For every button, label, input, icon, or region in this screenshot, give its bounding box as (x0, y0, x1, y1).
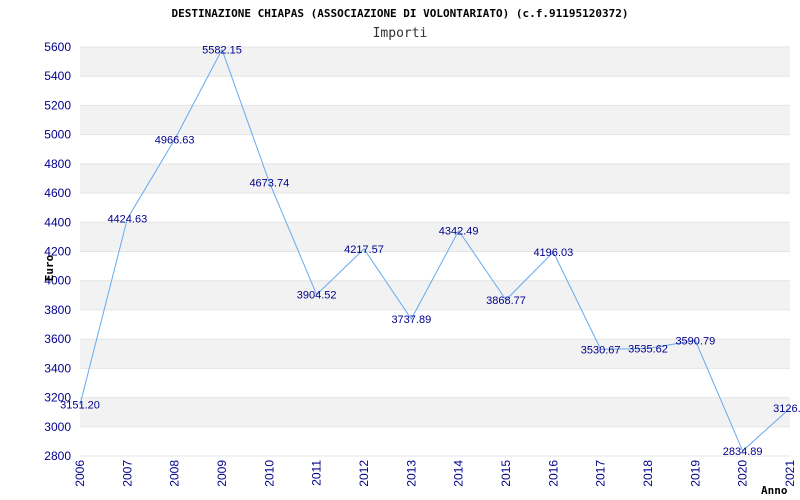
y-tick-label: 3400 (44, 361, 71, 375)
y-tick-label: 3600 (44, 332, 71, 346)
grid-band (80, 280, 790, 310)
grid-band (80, 47, 790, 77)
data-label: 2834.89 (723, 446, 763, 458)
y-tick-label: 5400 (44, 69, 71, 83)
chart-title: DESTINAZIONE CHIAPAS (ASSOCIAZIONE DI VO… (172, 7, 629, 20)
y-tick-label: 5600 (44, 40, 71, 54)
x-tick-label: 2013 (404, 460, 418, 487)
x-tick-label: 2019 (688, 460, 702, 487)
line-chart: DESTINAZIONE CHIAPAS (ASSOCIAZIONE DI VO… (43, 7, 800, 497)
y-tick-label: 5200 (44, 98, 71, 112)
x-axis-label: Anno (761, 484, 788, 497)
data-label: 4217.57 (344, 244, 384, 256)
y-tick-label: 4400 (44, 215, 71, 229)
y-tick-label: 5000 (44, 128, 71, 142)
data-label: 3868.77 (486, 295, 526, 307)
data-label: 4673.74 (249, 177, 289, 189)
x-tick-label: 2008 (168, 460, 182, 487)
grid-bands (80, 47, 790, 427)
data-label: 3535.62 (628, 344, 668, 356)
data-label: 3737.89 (391, 314, 431, 326)
y-axis-label: Euro (43, 254, 56, 281)
x-tick-label: 2015 (499, 460, 513, 487)
y-tick-label: 3000 (44, 420, 71, 434)
data-label: 3904.52 (297, 290, 337, 302)
x-tick-label: 2021 (783, 460, 797, 487)
data-label: 4342.49 (439, 226, 479, 238)
data-label: 4424.63 (107, 214, 147, 226)
x-tick-label: 2018 (641, 460, 655, 487)
x-tick-label: 2012 (357, 460, 371, 487)
x-tick-label: 2006 (73, 460, 87, 487)
grid-band (80, 397, 790, 427)
data-label: 3126.9 (773, 403, 800, 415)
x-tick-label: 2016 (546, 460, 560, 487)
grid-band (80, 105, 790, 135)
y-tick-label: 2800 (44, 449, 71, 463)
data-label: 3151.20 (60, 400, 100, 412)
data-label: 3590.79 (675, 335, 715, 347)
y-tick-label: 4600 (44, 186, 71, 200)
x-tick-label: 2009 (215, 460, 229, 487)
data-label: 5582.15 (202, 45, 242, 57)
y-tick-label: 4800 (44, 157, 71, 171)
grid-band (80, 222, 790, 252)
x-tick-label: 2017 (594, 460, 608, 487)
x-tick-label: 2011 (310, 460, 324, 486)
y-tick-label: 3800 (44, 303, 71, 317)
x-tick-label: 2020 (736, 460, 750, 487)
data-label: 4966.63 (155, 135, 195, 147)
x-axis-ticks: 2006 2007 2008 2009 2010 2011 2012 2013 2014 2015… (73, 460, 797, 487)
chart-subtitle: Importi (373, 26, 428, 41)
grid-band (80, 163, 790, 194)
data-label: 4196.03 (533, 247, 573, 259)
x-tick-label: 2007 (120, 460, 134, 487)
x-tick-label: 2014 (452, 460, 466, 487)
data-label: 3530.67 (581, 344, 621, 356)
x-tick-label: 2010 (262, 460, 276, 487)
